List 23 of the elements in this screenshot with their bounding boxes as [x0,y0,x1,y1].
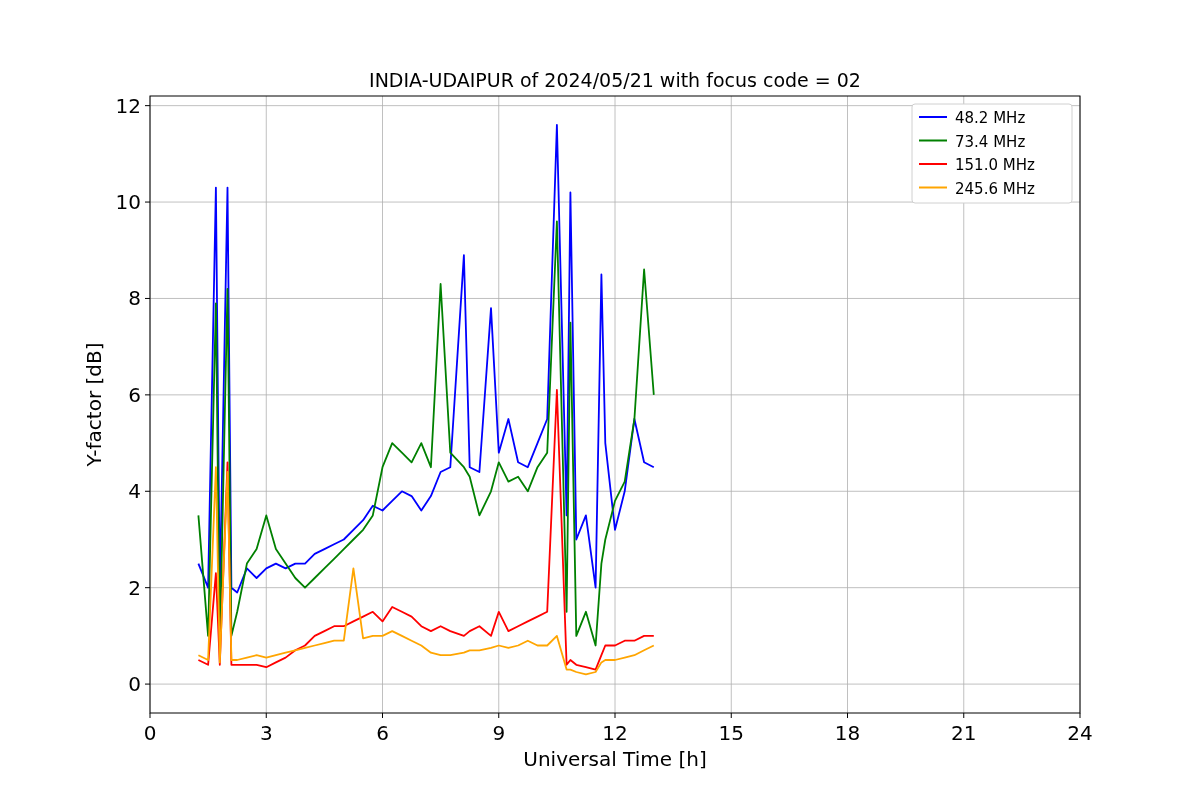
legend-label: 48.2 MHz [955,109,1026,127]
x-tick-label: 6 [376,721,389,745]
x-tick-label: 9 [492,721,506,745]
x-axis-label: Universal Time [h] [523,747,707,771]
y-tick-label: 0 [128,672,141,697]
y-tick-label: 2 [128,575,141,600]
x-tick-label: 0 [143,721,157,745]
y-tick-label: 10 [115,190,141,215]
y-axis-label: Y-factor [dB] [82,342,106,467]
y-tick-label: 4 [128,479,141,504]
x-tick-label: 12 [602,721,628,745]
x-tick-label: 15 [718,721,744,745]
x-tick-label: 3 [259,721,273,745]
chart-title: INDIA-UDAIPUR of 2024/05/21 with focus code = 02 [369,69,861,91]
y-tick-label: 12 [115,93,141,118]
y-tick-label: 8 [128,286,141,311]
legend-label: 73.4 MHz [955,132,1026,151]
x-tick-label: 18 [834,721,861,745]
x-tick-label: 21 [951,721,977,745]
y-tick-label: 6 [128,382,141,407]
x-tick-label: 24 [1067,721,1093,745]
legend-label: 245.6 MHz [955,179,1035,198]
legend-label: 151.0 MHz [955,156,1035,174]
